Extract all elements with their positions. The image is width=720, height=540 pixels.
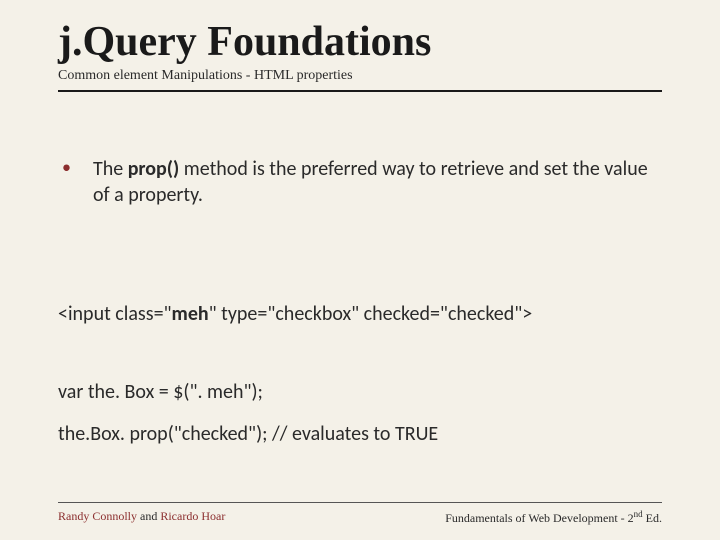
bullet-marker: •: [62, 156, 71, 179]
footer-book-pre: Fundamentals of Web Development - 2: [445, 511, 633, 525]
footer-book-post: Ed.: [643, 511, 662, 525]
slide-title: j.Query Foundations: [58, 18, 662, 66]
footer-author-2: Ricardo Hoar: [160, 509, 225, 523]
code-input-bold: meh: [172, 302, 209, 326]
footer-rule: [58, 502, 662, 503]
slide-subtitle: Common element Manipulations - HTML prop…: [58, 68, 662, 84]
footer-right: Fundamentals of Web Development - 2nd Ed…: [445, 509, 662, 526]
bullet-text: The prop() method is the preferred way t…: [93, 156, 662, 208]
footer: Randy Connolly and Ricardo Hoar Fundamen…: [58, 502, 662, 526]
code-input-post: " type="checkbox" checked="checked">: [209, 302, 533, 326]
code-input-line: <input class="meh" type="checkbox" check…: [58, 302, 662, 326]
title-rule: [58, 90, 662, 92]
footer-book-sup: nd: [634, 509, 643, 519]
footer-and: and: [137, 509, 160, 523]
code-input-pre: <input class=": [58, 302, 172, 326]
bullet-pre: The: [93, 157, 128, 181]
footer-row: Randy Connolly and Ricardo Hoar Fundamen…: [58, 509, 662, 526]
code-prop-line: the.Box. prop("checked"); // evaluates t…: [58, 422, 662, 446]
code-var-line: var the. Box = $(". meh");: [58, 380, 662, 404]
bullet-item: • The prop() method is the preferred way…: [58, 156, 662, 208]
bullet-bold: prop(): [128, 157, 180, 181]
footer-author-1: Randy Connolly: [58, 509, 137, 523]
footer-left: Randy Connolly and Ricardo Hoar: [58, 509, 225, 526]
